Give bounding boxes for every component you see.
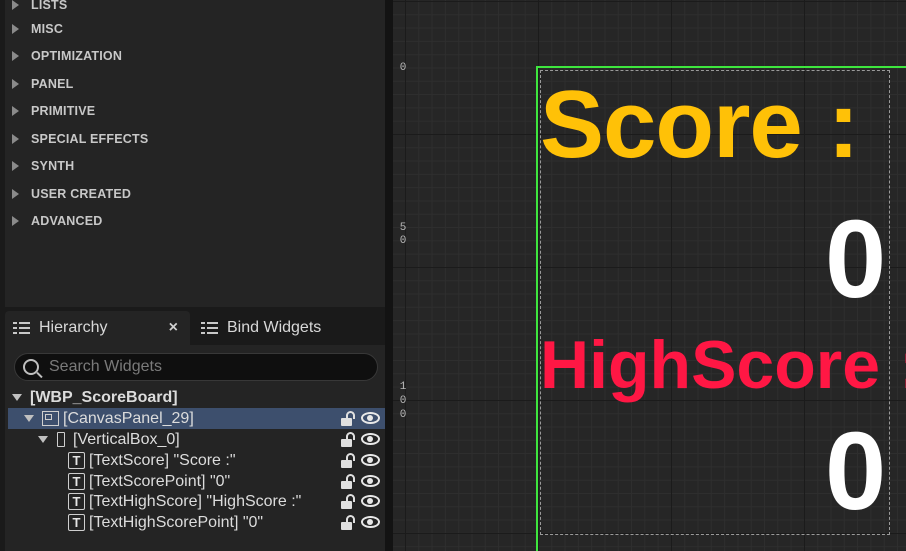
palette-category-panel[interactable]: PANEL bbox=[5, 70, 385, 97]
tree-row-root[interactable]: [WBP_ScoreBoard] bbox=[8, 387, 385, 408]
category-label: PANEL bbox=[31, 76, 74, 91]
hierarchy-panel: [WBP_ScoreBoard] [CanvasPanel_29] [Verti… bbox=[5, 345, 385, 551]
close-icon[interactable]: × bbox=[169, 319, 178, 337]
eye-icon[interactable] bbox=[361, 475, 380, 487]
palette-panel: LISTS MISC OPTIMIZATION PANEL PRIMITIVE … bbox=[5, 0, 385, 307]
ruler-tick-label: 0 bbox=[399, 395, 407, 407]
ruler-tick-label: 0 bbox=[399, 409, 407, 421]
expand-arrow-icon bbox=[12, 160, 19, 171]
tree-row-canvas-panel[interactable]: [CanvasPanel_29] bbox=[8, 408, 385, 429]
palette-category-misc[interactable]: MISC bbox=[5, 15, 385, 42]
lock-icon[interactable] bbox=[341, 411, 355, 426]
tab-bind-widgets-label: Bind Widgets bbox=[227, 319, 322, 336]
palette-category-advanced[interactable]: ADVANCED bbox=[5, 207, 385, 234]
eye-icon[interactable] bbox=[361, 454, 380, 466]
category-label: SPECIAL EFFECTS bbox=[31, 131, 149, 146]
hierarchy-tab-bar: Hierarchy × Bind Widgets bbox=[0, 311, 389, 345]
expand-arrow-icon bbox=[12, 50, 19, 61]
tree-label: [WBP_ScoreBoard] bbox=[30, 388, 178, 406]
text-icon: T bbox=[68, 452, 85, 469]
expand-arrow-icon bbox=[12, 215, 19, 226]
text-icon: T bbox=[68, 473, 85, 490]
search-input[interactable] bbox=[49, 358, 349, 376]
list-icon bbox=[201, 321, 218, 335]
list-icon bbox=[13, 321, 30, 335]
lock-icon[interactable] bbox=[341, 453, 355, 468]
ruler-tick-label: 1 bbox=[399, 381, 407, 393]
designer-canvas[interactable]: 0 5 0 1 0 0 Score : 0 HighScore : 0 bbox=[393, 0, 906, 551]
tree-label: [TextScore] "Score :" bbox=[89, 451, 236, 469]
tree-row-vertical-box[interactable]: [VerticalBox_0] bbox=[8, 429, 385, 450]
highscore-label-text[interactable]: HighScore : bbox=[540, 326, 906, 404]
eye-icon[interactable] bbox=[361, 433, 380, 445]
lock-icon[interactable] bbox=[341, 515, 355, 530]
expand-arrow-icon bbox=[12, 188, 19, 199]
palette-category-optimization[interactable]: OPTIMIZATION bbox=[5, 42, 385, 69]
eye-icon[interactable] bbox=[361, 516, 380, 528]
tree-label: [TextScorePoint] "0" bbox=[89, 472, 231, 490]
category-label: OPTIMIZATION bbox=[31, 48, 123, 63]
eye-icon[interactable] bbox=[361, 412, 380, 424]
category-label: MISC bbox=[31, 21, 64, 36]
highscore-value-text[interactable]: 0 bbox=[825, 408, 886, 535]
score-label-text[interactable]: Score : bbox=[540, 70, 859, 180]
expand-arrow-icon bbox=[12, 23, 19, 34]
left-panel: LISTS MISC OPTIMIZATION PANEL PRIMITIVE … bbox=[0, 0, 389, 551]
expand-arrow-icon bbox=[12, 133, 19, 144]
lock-icon[interactable] bbox=[341, 474, 355, 489]
palette-category-special-effects[interactable]: SPECIAL EFFECTS bbox=[5, 125, 385, 152]
vertical-ruler: 0 5 0 1 0 0 bbox=[393, 0, 413, 551]
collapse-arrow-icon[interactable] bbox=[12, 394, 22, 401]
eye-icon[interactable] bbox=[361, 495, 380, 507]
palette-category-user-created[interactable]: USER CREATED bbox=[5, 180, 385, 207]
tree-row-text[interactable]: T [TextHighScorePoint] "0" bbox=[8, 512, 385, 533]
lock-icon[interactable] bbox=[341, 494, 355, 509]
expand-arrow-icon bbox=[12, 0, 19, 10]
tab-bind-widgets[interactable]: Bind Widgets bbox=[193, 311, 385, 345]
panel-splitter[interactable] bbox=[385, 0, 393, 551]
tree-label: [CanvasPanel_29] bbox=[63, 409, 194, 427]
score-value-text[interactable]: 0 bbox=[825, 196, 886, 323]
category-label: LISTS bbox=[31, 0, 68, 12]
palette-category-synth[interactable]: SYNTH bbox=[5, 152, 385, 179]
tree-label: [TextHighScorePoint] "0" bbox=[89, 513, 264, 531]
lock-icon[interactable] bbox=[341, 432, 355, 447]
expand-arrow-icon bbox=[12, 78, 19, 89]
tree-row-text[interactable]: T [TextScorePoint] "0" bbox=[8, 471, 385, 492]
search-box[interactable] bbox=[14, 353, 378, 381]
collapse-arrow-icon[interactable] bbox=[38, 436, 48, 443]
tree-row-text[interactable]: T [TextHighScore] "HighScore :" bbox=[8, 491, 385, 512]
category-label: SYNTH bbox=[31, 158, 75, 173]
text-icon: T bbox=[68, 514, 85, 531]
category-label: USER CREATED bbox=[31, 186, 132, 201]
category-label: ADVANCED bbox=[31, 213, 103, 228]
umg-editor: LISTS MISC OPTIMIZATION PANEL PRIMITIVE … bbox=[0, 0, 906, 551]
tree-row-text[interactable]: T [TextScore] "Score :" bbox=[8, 450, 385, 471]
tab-hierarchy-label: Hierarchy bbox=[39, 319, 108, 336]
ruler-tick-label: 0 bbox=[399, 235, 407, 247]
expand-arrow-icon bbox=[12, 105, 19, 116]
ruler-tick-label: 0 bbox=[399, 62, 407, 74]
collapse-arrow-icon[interactable] bbox=[24, 415, 34, 422]
canvas-panel-icon bbox=[42, 411, 59, 426]
tree-label: [VerticalBox_0] bbox=[73, 430, 180, 448]
text-icon: T bbox=[68, 493, 85, 510]
palette-category-primitive[interactable]: PRIMITIVE bbox=[5, 97, 385, 124]
tab-hierarchy[interactable]: Hierarchy × bbox=[5, 311, 190, 345]
search-icon bbox=[23, 359, 39, 375]
vertical-box-icon bbox=[57, 432, 65, 447]
ruler-tick-label: 5 bbox=[399, 222, 407, 234]
category-label: PRIMITIVE bbox=[31, 103, 96, 118]
tree-label: [TextHighScore] "HighScore :" bbox=[89, 492, 302, 510]
